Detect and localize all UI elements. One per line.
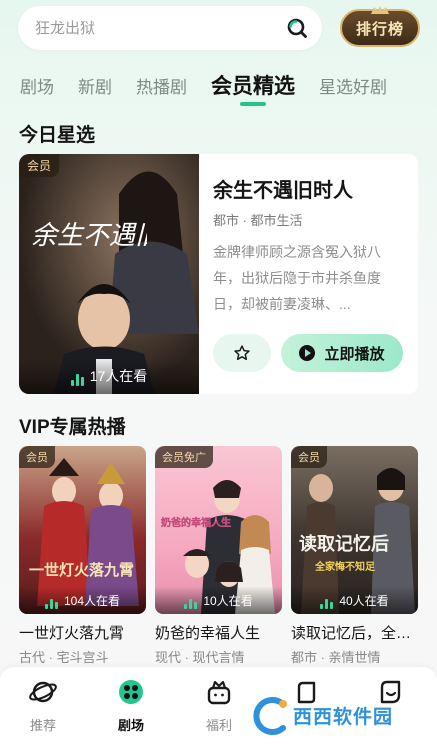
- featured-poster-calligraphy: 余生不遇旧时人: [31, 221, 147, 251]
- tab-new[interactable]: 新剧: [78, 73, 112, 106]
- vip-genre: 都市 · 亲情世情: [291, 650, 381, 665]
- gift-icon: [204, 677, 234, 707]
- viewer-count-text: 104人在看: [63, 594, 121, 608]
- vip-section-title: VIP专属热播: [19, 417, 126, 438]
- vip-poster-calligraphy: 读取记忆后 全家悔不知足: [299, 533, 389, 573]
- vip-poster-calligraphy: 一世灯火落九霄: [29, 561, 134, 579]
- top-bar: 排行榜: [18, 6, 420, 50]
- svg-text:读取记忆后: 读取记忆后: [299, 533, 389, 555]
- search-box[interactable]: [18, 6, 322, 50]
- vip-poster-calligraphy: 奶爸的幸福人生: [161, 516, 231, 529]
- vip-list: 一世灯火落九霄 会员 104人在看 一世灯火落九霄 古代 · 宅斗宫斗 奶爸的幸…: [19, 446, 437, 666]
- member-ad-free-badge: 会员免广: [155, 446, 213, 468]
- watermark-logo: [253, 697, 287, 735]
- live-bars-icon: [184, 599, 198, 609]
- member-badge: 会员: [19, 154, 60, 177]
- vip-title[interactable]: 奶爸的幸福人生: [155, 622, 282, 643]
- vip-poster[interactable]: 奶爸的幸福人生 会员免广 10人在看: [155, 446, 282, 614]
- nav-label: 剧场: [117, 718, 144, 733]
- live-bars-icon: [320, 599, 334, 609]
- category-tabs: 剧场 新剧 热播剧 会员精选 星选好剧: [20, 66, 437, 106]
- vip-poster[interactable]: 读取记忆后 全家悔不知足 会员 40人在看: [291, 446, 418, 614]
- watermark-text: 西西软件园: [293, 707, 394, 728]
- film-reel-icon: [116, 677, 146, 707]
- nav-theater[interactable]: 剧场: [101, 677, 161, 734]
- viewer-count-text: 40人在看: [339, 594, 389, 608]
- svg-text:全家悔不知足: 全家悔不知足: [314, 560, 376, 573]
- viewer-count: 40人在看: [291, 586, 418, 614]
- featured-card[interactable]: 余生不遇旧时人 会员 17人在看 余生不遇旧时人 都市 · 都市生活 金牌律师顾…: [19, 154, 418, 394]
- featured-title[interactable]: 余生不遇旧时人: [213, 174, 408, 203]
- vip-title[interactable]: 一世灯火落九霄: [19, 622, 146, 643]
- planet-icon: [28, 677, 58, 707]
- viewer-count: 104人在看: [19, 586, 146, 614]
- tab-theater[interactable]: 剧场: [20, 73, 54, 106]
- vip-card[interactable]: 读取记忆后 全家悔不知足 会员 40人在看 读取记忆后，全家悔不知足 都市 · …: [291, 446, 418, 666]
- play-now-button[interactable]: 立即播放: [281, 334, 403, 372]
- featured-poster[interactable]: 余生不遇旧时人 会员 17人在看: [19, 154, 199, 394]
- favorite-button[interactable]: [213, 334, 271, 372]
- svg-text:一世灯火落九霄: 一世灯火落九霄: [29, 561, 134, 579]
- viewer-count-text: 17人在看: [89, 368, 148, 384]
- vip-card[interactable]: 奶爸的幸福人生 会员免广 10人在看 奶爸的幸福人生 现代 · 现代言情: [155, 446, 282, 666]
- viewer-count-text: 10人在看: [203, 594, 253, 608]
- svg-text:奶爸的幸福人生: 奶爸的幸福人生: [161, 516, 231, 529]
- featured-genre: 都市 · 都市生活: [213, 213, 303, 228]
- viewer-count: 10人在看: [155, 586, 282, 614]
- member-badge: 会员: [291, 446, 327, 468]
- crown-icon: [371, 6, 389, 14]
- play-now-label: 立即播放: [324, 345, 385, 363]
- member-badge: 会员: [19, 446, 55, 468]
- vip-genre: 现代 · 现代言情: [155, 650, 245, 665]
- featured-description: 金牌律师顾之源含冤入狱八年，出狱后隐于市井杀鱼度日，却被前妻凌琳、...: [213, 244, 381, 312]
- viewer-count: 17人在看: [19, 360, 199, 394]
- today-pick-title: 今日星选: [19, 125, 96, 146]
- svg-text:余生不遇旧时人: 余生不遇旧时人: [31, 221, 147, 251]
- play-icon: [299, 345, 316, 361]
- tab-vip-picks[interactable]: 会员精选: [211, 70, 295, 106]
- live-bars-icon: [70, 374, 84, 386]
- vip-genre: 古代 · 宅斗宫斗: [19, 650, 109, 665]
- ranking-button[interactable]: 排行榜: [340, 6, 420, 47]
- featured-info: 余生不遇旧时人 都市 · 都市生活 金牌律师顾之源含冤入狱八年，出狱后隐于市井杀…: [213, 174, 408, 317]
- nav-label: 推荐: [29, 718, 56, 733]
- nav-label: 福利: [205, 718, 232, 733]
- search-input[interactable]: [35, 19, 286, 37]
- nav-welfare[interactable]: 福利: [189, 677, 249, 734]
- ranking-label: 排行榜: [355, 20, 404, 38]
- star-icon: [234, 345, 250, 361]
- vip-card[interactable]: 一世灯火落九霄 会员 104人在看 一世灯火落九霄 古代 · 宅斗宫斗: [19, 446, 146, 666]
- search-icon[interactable]: [286, 17, 308, 39]
- tab-hot[interactable]: 热播剧: [136, 73, 187, 106]
- vip-title[interactable]: 读取记忆后，全家悔不知足: [291, 622, 418, 643]
- tab-star-picks[interactable]: 星选好剧: [319, 73, 387, 106]
- nav-recommend[interactable]: 推荐: [13, 677, 73, 734]
- vip-poster[interactable]: 一世灯火落九霄 会员 104人在看: [19, 446, 146, 614]
- watermark: 西西软件园: [245, 696, 420, 736]
- live-bars-icon: [44, 599, 58, 609]
